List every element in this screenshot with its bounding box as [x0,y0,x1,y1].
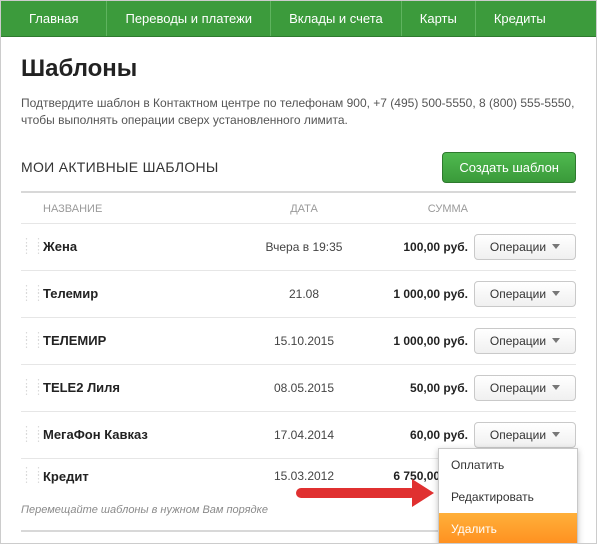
template-date: 17.04.2014 [249,428,359,442]
drag-handle-icon[interactable]: ⋮⋮⋮⋮ [21,287,43,301]
create-template-button[interactable]: Создать шаблон [442,152,576,183]
operations-label: Операции [490,240,546,254]
template-sum: 1 000,00 руб. [359,287,474,301]
nav-cards[interactable]: Карты [402,1,476,36]
col-date: ДАТА [249,203,359,215]
dropdown-pay[interactable]: Оплатить [439,449,577,481]
info-text: Подтвердите шаблон в Контактном центре п… [21,95,576,130]
template-name: Кредит [43,469,249,484]
template-name: МегаФон Кавказ [43,427,249,442]
template-date: Вчера в 19:35 [249,240,359,254]
chevron-down-icon [552,338,560,343]
template-sum: 100,00 руб. [359,240,474,254]
chevron-down-icon [552,291,560,296]
dropdown-edit[interactable]: Редактировать [439,481,577,513]
nav-credits[interactable]: Кредиты [476,1,564,36]
operations-label: Операции [490,334,546,348]
operations-button[interactable]: Операции [474,422,576,448]
template-name: Телемир [43,286,249,301]
chevron-down-icon [552,432,560,437]
nav-deposits[interactable]: Вклады и счета [271,1,402,36]
operations-label: Операции [490,428,546,442]
template-sum: 60,00 руб. [359,428,474,442]
page-title: Шаблоны [21,55,576,83]
drag-handle-icon[interactable]: ⋮⋮⋮⋮ [21,240,43,254]
table-header: НАЗВАНИЕ ДАТА СУММА [21,193,576,223]
template-name: TELE2 Лиля [43,380,249,395]
operations-button[interactable]: Операции [474,328,576,354]
col-sum: СУММА [359,203,474,215]
template-date: 21.08 [249,287,359,301]
active-templates-title: МОИ АКТИВНЫЕ ШАБЛОНЫ [21,159,219,175]
nav-transfers[interactable]: Переводы и платежи [107,1,271,36]
nav-home[interactable]: Главная [1,1,107,36]
table-row: ⋮⋮⋮⋮ЖенаВчера в 19:35100,00 руб. Операции [21,223,576,270]
drag-handle-icon[interactable]: ⋮⋮⋮⋮ [21,334,43,348]
chevron-down-icon [552,385,560,390]
annotation-arrow [296,488,416,498]
operations-button[interactable]: Операции [474,281,576,307]
operations-dropdown: Оплатить Редактировать Удалить [438,448,578,544]
drag-handle-icon[interactable]: ⋮⋮⋮⋮ [21,428,43,442]
dropdown-delete[interactable]: Удалить [439,513,577,544]
template-name: Жена [43,239,249,254]
template-date: 08.05.2015 [249,381,359,395]
drag-handle-icon[interactable]: ⋮⋮⋮⋮ [21,469,43,483]
table-row: ⋮⋮⋮⋮ТЕЛЕМИР15.10.20151 000,00 руб. Операц… [21,317,576,364]
template-sum: 50,00 руб. [359,381,474,395]
chevron-down-icon [552,244,560,249]
operations-label: Операции [490,287,546,301]
template-date: 15.03.2012 [249,469,359,483]
main-nav: Главная Переводы и платежи Вклады и счет… [1,1,596,37]
col-name: НАЗВАНИЕ [43,203,249,215]
table-row: ⋮⋮⋮⋮TELE2 Лиля08.05.201550,00 руб. Операц… [21,364,576,411]
template-date: 15.10.2015 [249,334,359,348]
operations-label: Операции [490,381,546,395]
template-sum: 1 000,00 руб. [359,334,474,348]
drag-handle-icon[interactable]: ⋮⋮⋮⋮ [21,381,43,395]
template-name: ТЕЛЕМИР [43,333,249,348]
table-row: ⋮⋮⋮⋮Телемир21.081 000,00 руб. Операции [21,270,576,317]
operations-button[interactable]: Операции [474,375,576,401]
operations-button[interactable]: Операции [474,234,576,260]
